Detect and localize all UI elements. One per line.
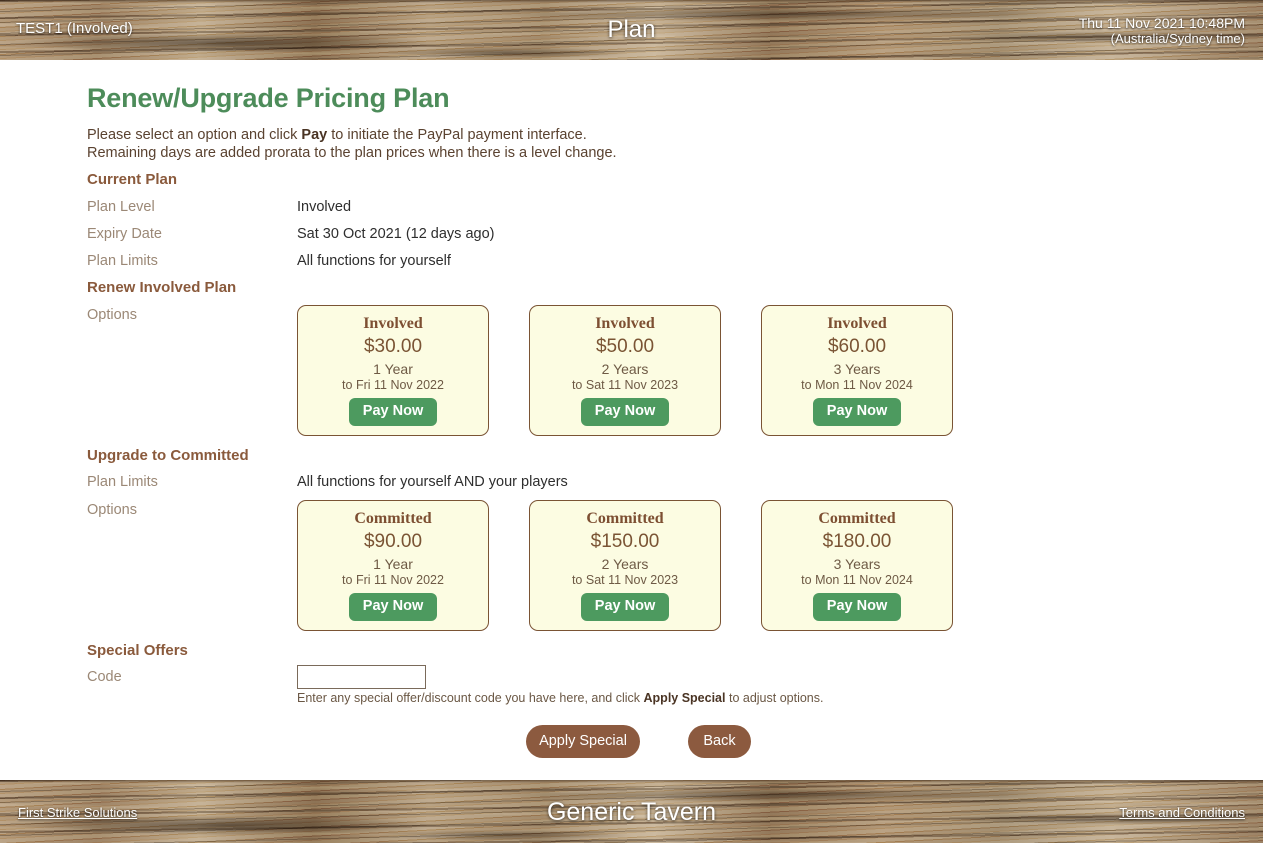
intro-text-bold-pay: Pay	[301, 127, 328, 143]
footer-link-terms-and-conditions[interactable]: Terms and Conditions	[1119, 805, 1245, 820]
label-code: Code	[87, 669, 122, 685]
code-hint-text: Enter any special offer/discount code yo…	[297, 691, 823, 705]
card-term: 3 Years	[833, 556, 881, 572]
pay-now-button[interactable]: Pay Now	[580, 593, 670, 621]
section-heading-current-plan: Current Plan	[87, 171, 178, 188]
header-datetime-value: Thu 11 Nov 2021 10:48PM	[1078, 15, 1245, 31]
card-plan-name: Involved	[363, 315, 423, 332]
label-plan-level: Plan Level	[87, 199, 155, 215]
card-until-date: to Fri 11 Nov 2022	[342, 378, 444, 392]
card-until-date: to Sat 11 Nov 2023	[571, 573, 679, 587]
pricing-card-involved-2-years[interactable]: Involved $50.00 2 Years to Sat 11 Nov 20…	[529, 305, 721, 436]
label-options-upgrade: Options	[87, 502, 137, 518]
back-button[interactable]: Back	[688, 725, 751, 758]
page-title: Renew/Upgrade Pricing Plan	[87, 83, 450, 113]
intro-text-before: Please select an option and click	[87, 127, 302, 143]
card-plan-name: Involved	[827, 315, 887, 332]
header-datetime: Thu 11 Nov 2021 10:48PM (Australia/Sydne…	[1079, 15, 1245, 47]
pricing-card-committed-3-years[interactable]: Committed $180.00 3 Years to Mon 11 Nov …	[761, 500, 953, 631]
intro-line-2: Remaining days are added prorata to the …	[87, 145, 617, 161]
header-banner: TEST1 (Involved) Plan Thu 11 Nov 2021 10…	[0, 0, 1263, 60]
pricing-card-involved-3-years[interactable]: Involved $60.00 3 Years to Mon 11 Nov 20…	[761, 305, 953, 436]
label-plan-limits-upgrade: Plan Limits	[87, 474, 158, 490]
card-term: 1 Year	[373, 361, 413, 377]
value-plan-limits-upgrade: All functions for yourself AND your play…	[297, 474, 568, 490]
special-offer-code-input[interactable]	[297, 665, 426, 689]
value-plan-level: Involved	[297, 199, 352, 215]
card-until-date: to Fri 11 Nov 2022	[342, 573, 444, 587]
code-hint-after: to adjust options.	[725, 691, 824, 705]
pay-now-button[interactable]: Pay Now	[580, 398, 670, 426]
value-expiry-date: Sat 30 Oct 2021 (12 days ago)	[297, 226, 495, 242]
label-plan-limits: Plan Limits	[87, 253, 158, 269]
main-content: Renew/Upgrade Pricing Plan Please select…	[0, 60, 1263, 780]
section-heading-special-offers: Special Offers	[87, 642, 188, 659]
pay-now-button[interactable]: Pay Now	[348, 593, 438, 621]
card-price: $90.00	[363, 531, 423, 552]
card-term: 2 Years	[601, 556, 649, 572]
card-price: $30.00	[363, 336, 423, 357]
pricing-card-committed-2-years[interactable]: Committed $150.00 2 Years to Sat 11 Nov …	[529, 500, 721, 631]
pay-now-button[interactable]: Pay Now	[348, 398, 438, 426]
card-term: 1 Year	[373, 556, 413, 572]
section-heading-renew-involved-plan: Renew Involved Plan	[87, 279, 237, 296]
pay-now-button[interactable]: Pay Now	[812, 593, 902, 621]
apply-special-button[interactable]: Apply Special	[526, 725, 640, 758]
value-plan-limits: All functions for yourself	[297, 253, 451, 269]
section-heading-upgrade-to-committed: Upgrade to Committed	[87, 447, 249, 464]
card-price: $150.00	[590, 531, 660, 552]
header-timezone-value: (Australia/Sydney time)	[1110, 31, 1245, 46]
card-price: $50.00	[595, 336, 655, 357]
label-options-renew: Options	[87, 307, 137, 323]
footer-site-title: Generic Tavern	[546, 798, 717, 826]
card-until-date: to Mon 11 Nov 2024	[801, 573, 913, 587]
card-term: 3 Years	[833, 361, 881, 377]
card-plan-name: Committed	[354, 510, 432, 527]
code-hint-bold: Apply Special	[643, 691, 726, 705]
pricing-card-committed-1-year[interactable]: Committed $90.00 1 Year to Fri 11 Nov 20…	[297, 500, 489, 631]
pricing-card-involved-1-year[interactable]: Involved $30.00 1 Year to Fri 11 Nov 202…	[297, 305, 489, 436]
card-term: 2 Years	[601, 361, 649, 377]
card-plan-name: Committed	[818, 510, 896, 527]
card-plan-name: Committed	[586, 510, 664, 527]
intro-line-1: Please select an option and click Pay to…	[87, 127, 587, 143]
card-price: $180.00	[822, 531, 892, 552]
header-banner-inner: TEST1 (Involved) Plan Thu 11 Nov 2021 10…	[0, 0, 1263, 60]
pay-now-button[interactable]: Pay Now	[812, 398, 902, 426]
page-header-title: Plan	[607, 16, 656, 43]
code-hint-before: Enter any special offer/discount code yo…	[297, 691, 644, 705]
card-until-date: to Sat 11 Nov 2023	[571, 378, 679, 392]
card-plan-name: Involved	[595, 315, 655, 332]
intro-text-after: to initiate the PayPal payment interface…	[327, 127, 587, 143]
card-price: $60.00	[827, 336, 887, 357]
card-until-date: to Mon 11 Nov 2024	[801, 378, 913, 392]
label-expiry-date: Expiry Date	[87, 226, 162, 242]
